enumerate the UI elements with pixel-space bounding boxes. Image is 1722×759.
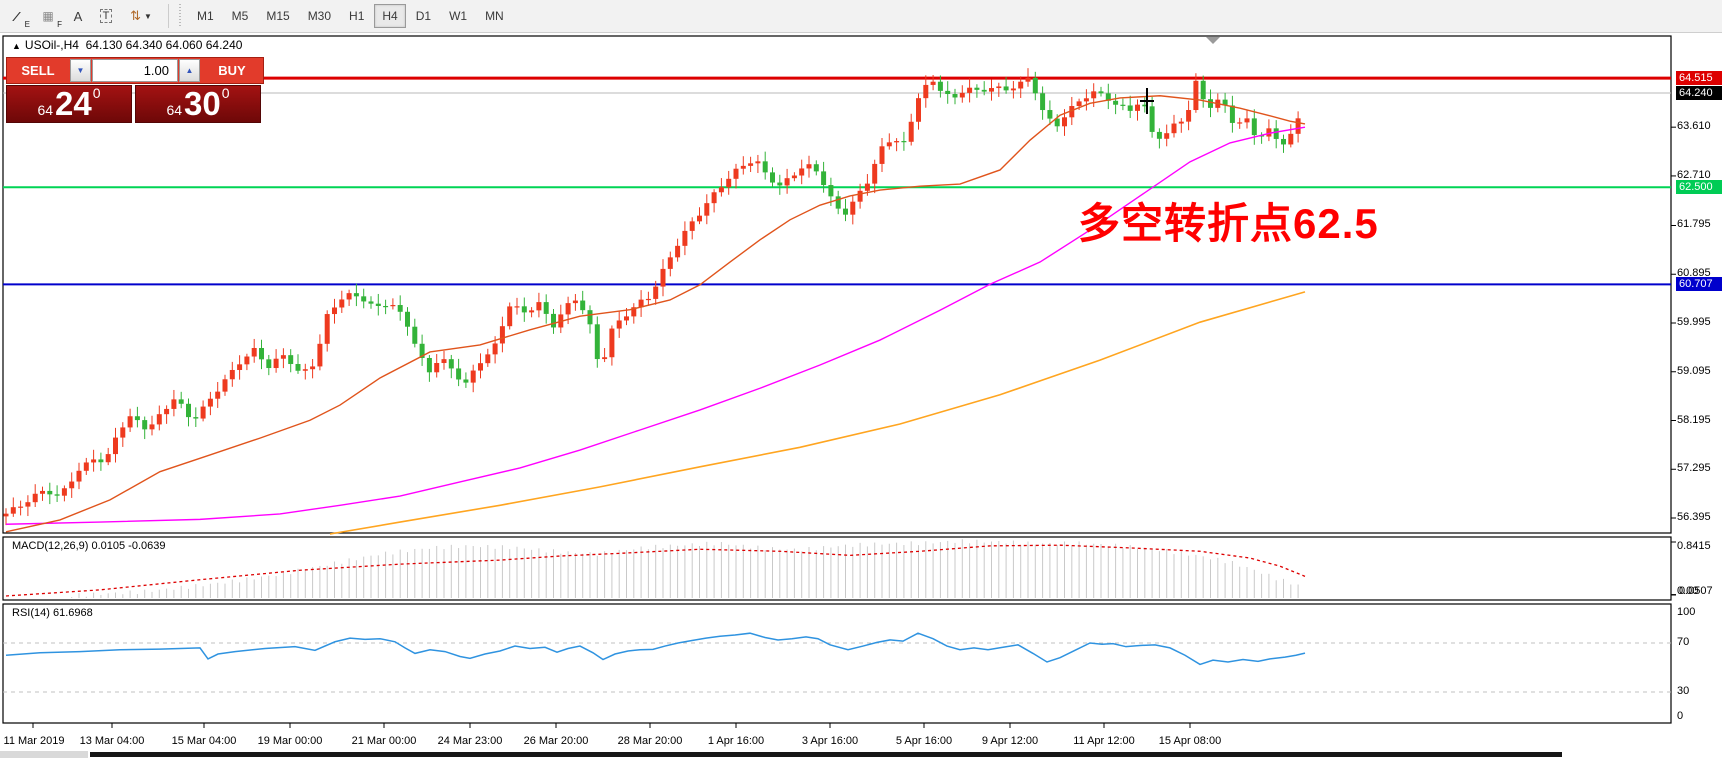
pattern-draw-sub: E (25, 20, 30, 29)
sell-price-sup: 0 (93, 78, 101, 108)
chart-ohlc-header: ▲ USOil-,H4 64.130 64.340 64.060 64.240 (12, 38, 242, 52)
buy-button[interactable]: BUY (201, 58, 263, 83)
h-scrollbar-thumb[interactable] (90, 752, 1562, 757)
timeframe-button-m30[interactable]: M30 (300, 4, 339, 28)
rsi-axis-tick: 0 (1677, 710, 1683, 722)
rsi-axis-tick: 70 (1677, 636, 1689, 648)
macd-axis-tick: 0.8415 (1677, 540, 1711, 552)
volume-increment-button[interactable]: ▲ (179, 59, 200, 82)
h-scrollbar-track[interactable] (0, 751, 88, 758)
price-badge: 60.707 (1676, 277, 1722, 291)
date-axis-label: 11 Apr 12:00 (1073, 735, 1135, 747)
price-badge: 64.515 (1676, 71, 1722, 85)
sell-price-display[interactable]: 64240 (6, 85, 132, 123)
date-axis-label: 15 Mar 04:00 (172, 735, 237, 747)
buy-price-sup: 0 (222, 78, 230, 108)
rsi-label: RSI(14) 61.6968 (12, 607, 93, 619)
rsi-axis-tick: 100 (1677, 606, 1695, 618)
pattern-draw-icon[interactable]: ∕∕∕ E (1, 3, 31, 29)
mt4-window: ∕∕∕ E ▦ F A T ⇅ ▼ M1M5M15M30H1H4D1W1MN ▲… (0, 0, 1722, 759)
sell-price-small: 64 (37, 100, 53, 120)
arrows-style-icon[interactable]: ⇅ ▼ (121, 3, 161, 29)
grid-fibo-icon[interactable]: ▦ F (33, 3, 63, 29)
chart-annotation-text[interactable]: 多空转折点62.5 (1078, 190, 1379, 251)
price-axis-tick: 56.395 (1677, 511, 1711, 523)
ohlc-values: 64.130 64.340 64.060 64.240 (86, 38, 243, 52)
chevron-down-icon: ▼ (144, 12, 152, 21)
sell-price-big: 24 (55, 87, 92, 120)
price-badge: 62.500 (1676, 180, 1722, 194)
date-axis-label: 13 Mar 04:00 (80, 735, 145, 747)
price-badge: 64.240 (1676, 86, 1722, 100)
buy-price-big: 30 (184, 87, 221, 120)
date-axis-label: 11 Mar 2019 (4, 735, 65, 747)
timeframe-button-h4[interactable]: H4 (374, 4, 405, 28)
price-axis-tick: 58.195 (1677, 414, 1711, 426)
toolbar: ∕∕∕ E ▦ F A T ⇅ ▼ M1M5M15M30H1H4D1W1MN (0, 0, 1722, 33)
date-axis-label: 1 Apr 16:00 (708, 735, 764, 747)
grid-fibo-glyph: ▦ (42, 9, 53, 23)
price-axis-tick: 57.295 (1677, 462, 1711, 474)
macd-axis-tick: 0.0507 (1679, 585, 1713, 597)
price-axis-tick: 61.795 (1677, 218, 1711, 230)
macd-label: MACD(12,26,9) 0.0105 -0.0639 (12, 540, 165, 552)
one-click-trading-panel: SELL ▼ 1.00 ▲ BUY 64240 64300 (6, 57, 264, 123)
text-box-icon[interactable]: T (93, 3, 119, 29)
toolbar-separator (168, 4, 169, 28)
timeframe-button-m15[interactable]: M15 (258, 4, 297, 28)
price-axis-tick: 59.095 (1677, 365, 1711, 377)
date-axis-label: 3 Apr 16:00 (802, 735, 858, 747)
date-axis-label: 19 Mar 00:00 (258, 735, 323, 747)
timeframe-group: M1M5M15M30H1H4D1W1MN (188, 4, 513, 28)
timeframe-button-h1[interactable]: H1 (341, 4, 372, 28)
chart-canvas[interactable] (0, 34, 1722, 759)
date-axis-label: 28 Mar 20:00 (618, 735, 683, 747)
date-axis-label: 24 Mar 23:00 (438, 735, 503, 747)
volume-input[interactable]: 1.00 (92, 59, 178, 82)
symbol-timeframe: USOil-,H4 (25, 38, 79, 52)
arrows-glyph: ⇅ (130, 8, 141, 24)
date-axis-label: 26 Mar 20:00 (524, 735, 589, 747)
sell-button[interactable]: SELL (7, 58, 69, 83)
timeframe-button-mn[interactable]: MN (477, 4, 512, 28)
text-label-glyph: A (74, 9, 83, 24)
date-axis-label: 9 Apr 12:00 (982, 735, 1038, 747)
collapse-triangle-icon[interactable]: ▲ (12, 41, 21, 51)
chart-window: ▲ USOil-,H4 64.130 64.340 64.060 64.240 S… (0, 34, 1722, 759)
date-axis-label: 15 Apr 08:00 (1159, 735, 1221, 747)
price-axis-tick: 63.610 (1677, 120, 1711, 132)
date-axis-label: 21 Mar 00:00 (352, 735, 417, 747)
rsi-axis-tick: 30 (1677, 685, 1689, 697)
timeframe-button-m5[interactable]: M5 (224, 4, 257, 28)
text-box-glyph: T (100, 9, 113, 23)
price-axis-tick: 62.710 (1677, 169, 1711, 181)
toolbar-drag-handle[interactable] (179, 4, 184, 28)
timeframe-button-w1[interactable]: W1 (441, 4, 475, 28)
volume-decrement-button[interactable]: ▼ (70, 59, 91, 82)
timeframe-button-d1[interactable]: D1 (408, 4, 439, 28)
date-axis-label: 5 Apr 16:00 (896, 735, 952, 747)
grid-fibo-sub: F (57, 20, 62, 29)
price-axis-tick: 59.995 (1677, 316, 1711, 328)
pattern-draw-glyph: ∕∕∕ (16, 9, 17, 24)
timeframe-button-m1[interactable]: M1 (189, 4, 222, 28)
buy-price-display[interactable]: 64300 (135, 85, 261, 123)
text-label-icon[interactable]: A (65, 3, 91, 29)
buy-price-small: 64 (166, 100, 182, 120)
